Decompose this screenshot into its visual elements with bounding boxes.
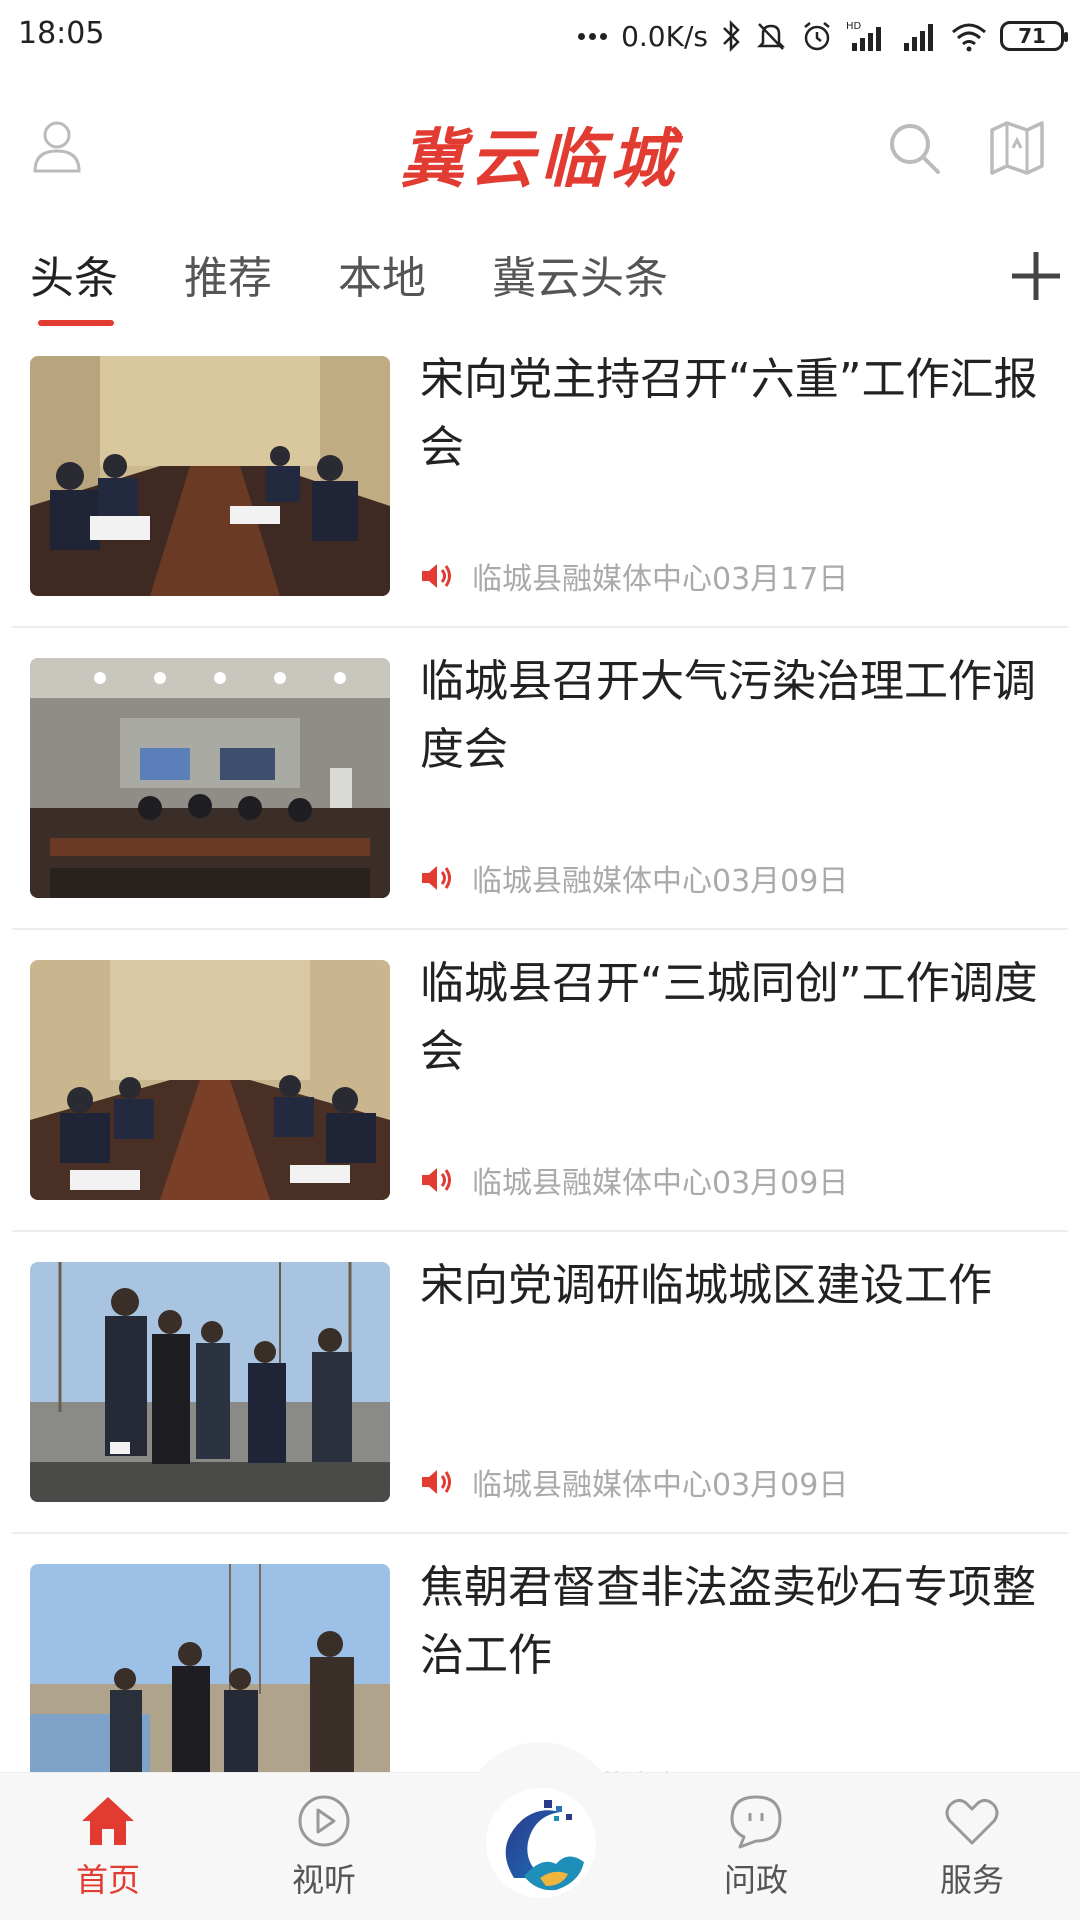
nav-video-label: 视听	[291, 1861, 356, 1899]
active-tab-indicator	[38, 320, 114, 326]
news-headline[interactable]: 临城县召开大气污染治理工作调度会	[420, 648, 1040, 784]
signal-icon	[904, 24, 933, 51]
nav-home[interactable]: 首页	[48, 1793, 168, 1901]
wifi-icon	[952, 23, 986, 52]
more-dots-icon	[578, 32, 608, 40]
map-icon[interactable]	[988, 118, 1046, 176]
news-thumbnail	[30, 1262, 390, 1502]
speaker-icon[interactable]	[420, 1466, 454, 1498]
news-thumbnail	[30, 658, 390, 898]
speaker-icon[interactable]	[420, 862, 454, 894]
search-icon[interactable]	[886, 120, 942, 176]
heart-icon	[945, 1798, 999, 1845]
chat-icon	[730, 1795, 782, 1849]
status-icons: 0.0K/s HD 71	[578, 14, 1068, 58]
nav-service[interactable]: 服务	[912, 1793, 1032, 1901]
nav-service-label: 服务	[939, 1861, 1004, 1899]
speaker-icon[interactable]	[420, 560, 454, 592]
news-headline[interactable]: 焦朝君督查非法盗卖砂石专项整治工作	[420, 1554, 1040, 1690]
status-bar: 18:05 0.0K/s HD 71	[0, 0, 1080, 72]
nav-home-label: 首页	[75, 1861, 140, 1899]
status-time: 18:05	[18, 16, 105, 51]
news-thumbnail	[30, 1564, 390, 1804]
news-headline[interactable]: 临城县召开“三城同创”工作调度会	[420, 950, 1040, 1086]
home-icon	[82, 1797, 134, 1845]
tab-toutiao[interactable]: 头条	[30, 242, 118, 306]
news-item[interactable]: 临城县召开大气污染治理工作调度会 临城县融媒体中心03月09日	[0, 642, 1080, 942]
divider	[12, 1230, 1068, 1232]
tab-bendi[interactable]: 本地	[338, 242, 426, 306]
tab-tuijian[interactable]: 推荐	[184, 242, 272, 306]
mute-bell-icon	[756, 23, 786, 50]
network-speed: 0.0K/s	[621, 19, 708, 53]
news-source-date: 临城县融媒体中心03月09日	[472, 1468, 849, 1503]
news-source-date: 临城县融媒体中心03月17日	[472, 562, 849, 597]
news-thumbnail	[30, 960, 390, 1200]
divider	[12, 1532, 1068, 1534]
news-item[interactable]: 宋向党调研临城城区建设工作 临城县融媒体中心03月09日	[0, 1246, 1080, 1546]
news-meta: 临城县融媒体中心03月09日	[420, 1160, 849, 1201]
nav-wenzheng-label: 问政	[723, 1861, 788, 1899]
news-meta: 临城县融媒体中心03月09日	[420, 1462, 849, 1503]
nav-wenzheng[interactable]: 问政	[696, 1793, 816, 1901]
play-icon	[298, 1795, 350, 1847]
news-thumbnail	[30, 356, 390, 596]
speaker-icon[interactable]	[420, 1164, 454, 1196]
tab-jiyun-toutiao[interactable]: 冀云头条	[492, 242, 668, 306]
news-headline[interactable]: 宋向党主持召开“六重”工作汇报会	[420, 346, 1040, 482]
news-item[interactable]: 临城县召开“三城同创”工作调度会 临城县融媒体中心03月09日	[0, 944, 1080, 1244]
divider	[12, 928, 1068, 930]
app-logo-icon[interactable]	[484, 1786, 598, 1900]
news-source-date: 临城县融媒体中心03月09日	[472, 1166, 849, 1201]
channel-tabs: 头条 推荐 本地 冀云头条	[0, 232, 1080, 332]
add-channel-icon[interactable]	[1008, 248, 1064, 304]
svg-text:HD: HD	[846, 21, 862, 32]
hd-signal-icon: HD	[846, 21, 881, 51]
alarm-icon	[804, 22, 830, 51]
news-source-date: 临城县融媒体中心03月09日	[472, 864, 849, 899]
news-meta: 临城县融媒体中心03月17日	[420, 556, 849, 597]
battery-indicator: 71	[1000, 21, 1068, 51]
news-item[interactable]: 宋向党主持召开“六重”工作汇报会 临城县融媒体中心03月17日	[0, 340, 1080, 640]
app-header: 冀云临城	[0, 72, 1080, 222]
news-meta: 临城县融媒体中心03月09日	[420, 858, 849, 899]
divider	[12, 626, 1068, 628]
news-headline[interactable]: 宋向党调研临城城区建设工作	[420, 1252, 1040, 1320]
bluetooth-icon	[723, 19, 740, 53]
nav-video[interactable]: 视听	[264, 1793, 384, 1901]
